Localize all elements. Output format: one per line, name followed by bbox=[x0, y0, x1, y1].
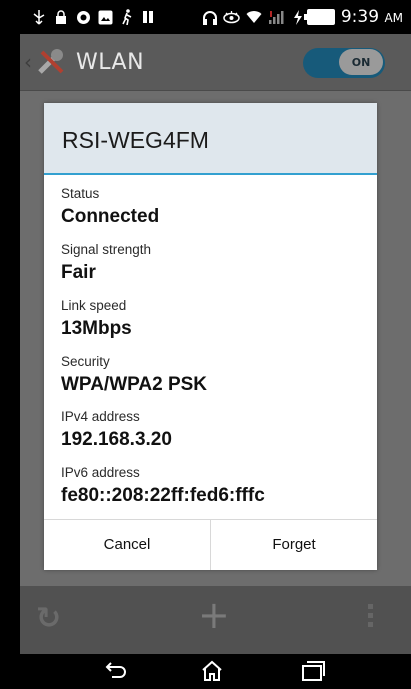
signal-strength-value: Fair bbox=[61, 262, 96, 283]
cancel-button[interactable]: Cancel bbox=[44, 519, 210, 570]
overflow-menu-icon[interactable] bbox=[368, 604, 374, 630]
back-chevron-icon[interactable]: ‹ bbox=[24, 50, 32, 74]
ipv6-value: fe80::208:22ff:fed6:fffc bbox=[61, 485, 265, 506]
back-nav-icon[interactable] bbox=[98, 655, 132, 687]
battery-icon bbox=[303, 9, 335, 25]
clock-time: 9:39 bbox=[340, 7, 380, 27]
security-value: WPA/WPA2 PSK bbox=[61, 374, 208, 395]
status-bar: 9:39 AM bbox=[0, 0, 411, 34]
clock: 9:39 AM bbox=[341, 7, 403, 27]
ipv4-label: IPv4 address bbox=[61, 409, 140, 424]
wlan-toggle-knob[interactable]: ON bbox=[339, 49, 383, 75]
lock-icon bbox=[52, 9, 70, 25]
add-network-icon[interactable]: + bbox=[198, 593, 230, 637]
status-bar-right-icons: 9:39 AM bbox=[197, 7, 411, 27]
refresh-icon[interactable]: ↻ bbox=[36, 601, 61, 636]
person-icon bbox=[118, 9, 136, 25]
status-label: Status bbox=[61, 186, 100, 201]
ipv4-value: 192.168.3.20 bbox=[61, 429, 172, 450]
ipv6-label: IPv6 address bbox=[61, 465, 140, 480]
status-bar-left-icons bbox=[26, 9, 158, 25]
signal-icon bbox=[267, 9, 285, 25]
link-speed-value: 13Mbps bbox=[61, 318, 132, 339]
dialog-title: RSI-WEG4FM bbox=[62, 127, 209, 153]
home-nav-icon[interactable] bbox=[195, 655, 229, 687]
headphones-icon bbox=[201, 9, 219, 25]
forget-button[interactable]: Forget bbox=[211, 519, 377, 570]
security-label: Security bbox=[61, 354, 110, 369]
usb-icon bbox=[30, 9, 48, 25]
signal-strength-label: Signal strength bbox=[61, 242, 152, 257]
app-title: WLAN bbox=[76, 50, 145, 75]
eye-icon bbox=[223, 9, 241, 25]
bars-icon bbox=[140, 9, 158, 25]
image-icon bbox=[96, 9, 114, 25]
wlan-toggle-label: ON bbox=[351, 55, 371, 69]
recents-nav-icon[interactable] bbox=[296, 655, 330, 687]
link-speed-label: Link speed bbox=[61, 298, 127, 313]
circle-icon bbox=[74, 9, 92, 25]
wifi-icon bbox=[245, 9, 263, 25]
status-value: Connected bbox=[61, 206, 160, 227]
clock-ampm: AM bbox=[384, 11, 403, 25]
left-bezel bbox=[0, 34, 20, 689]
tools-icon bbox=[36, 46, 66, 76]
